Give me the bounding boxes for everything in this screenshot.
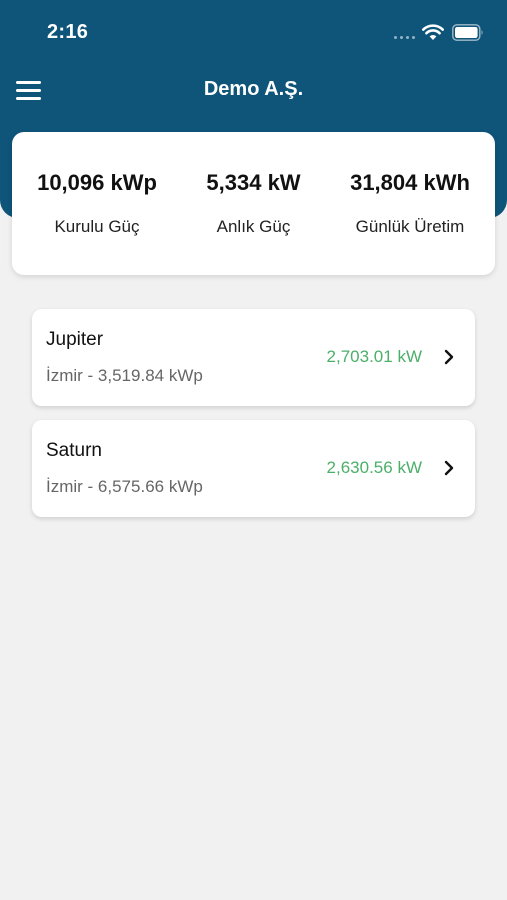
battery-icon: [452, 24, 483, 41]
stat-label: Anlık Güç: [216, 217, 291, 236]
stat-label: Günlük Üretim: [355, 217, 465, 236]
plant-card-jupiter[interactable]: Jupiter İzmir - 3,519.84 kWp 2,703.01 kW: [32, 309, 475, 406]
chevron-right-icon[interactable]: [443, 460, 455, 476]
plant-card-saturn[interactable]: Saturn İzmir - 6,575.66 kWp 2,630.56 kW: [32, 420, 475, 517]
plant-current-power: 2,630.56 kW: [326, 458, 422, 477]
stat-label: Kurulu Güç: [54, 217, 140, 236]
plant-location-capacity: İzmir - 3,519.84 kWp: [46, 366, 203, 385]
cellular-signal-icon: [394, 36, 415, 39]
stat-value: 5,334 kW: [206, 170, 301, 195]
page-title: Demo A.Ş.: [203, 78, 304, 100]
navigation-bar: Demo A.Ş.: [0, 66, 507, 120]
status-bar: 2:16: [0, 0, 507, 66]
plant-current-power: 2,703.01 kW: [326, 347, 422, 366]
status-time: 2:16: [47, 21, 89, 43]
stat-value: 31,804 kWh: [350, 170, 470, 195]
wifi-icon: [422, 24, 444, 40]
plant-name: Saturn: [46, 440, 102, 461]
summary-card: 10,096 kWp Kurulu Güç 5,334 kW Anlık Güç…: [12, 132, 495, 275]
chevron-right-icon[interactable]: [443, 349, 455, 365]
stat-value: 10,096 kWp: [37, 170, 157, 195]
plant-name: Jupiter: [46, 329, 104, 350]
plant-location-capacity: İzmir - 6,575.66 kWp: [46, 477, 203, 496]
